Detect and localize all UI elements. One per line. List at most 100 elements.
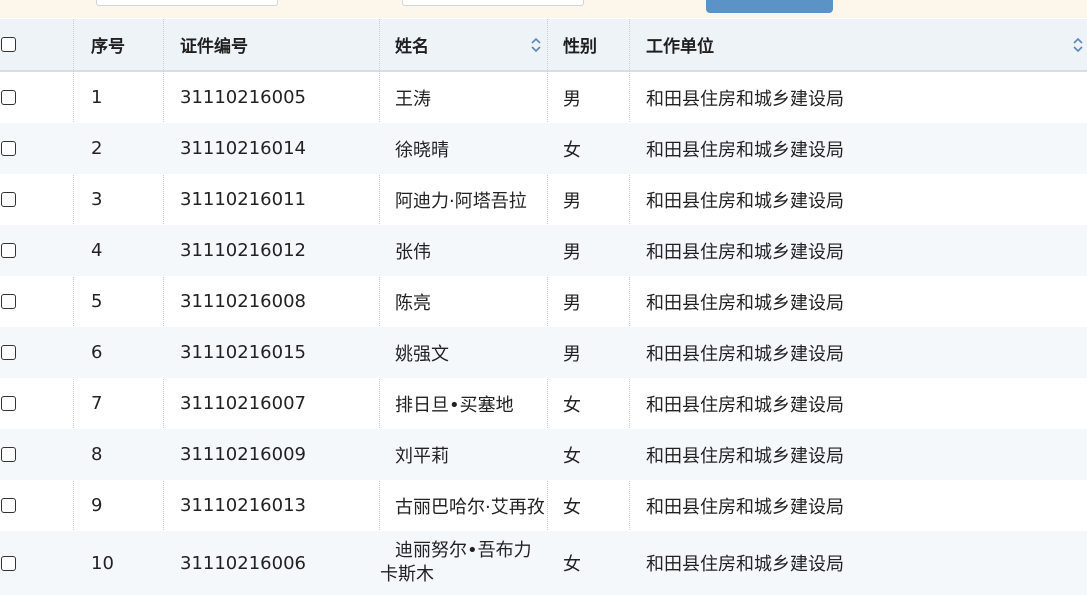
cell-seq: 1 xyxy=(91,87,103,108)
cell-seq: 8 xyxy=(91,444,103,465)
cell-gender: 女 xyxy=(563,394,581,416)
filter-input[interactable] xyxy=(96,0,278,6)
row-checkbox[interactable] xyxy=(1,294,16,309)
header-name[interactable]: 姓名 xyxy=(380,19,546,70)
cell-id-no: 31110216012 xyxy=(180,240,306,261)
sort-toggle-icon[interactable] xyxy=(530,37,542,53)
row-checkbox-cell xyxy=(0,123,72,174)
row-checkbox-cell xyxy=(0,480,72,531)
cell-id-no: 31110216013 xyxy=(180,495,306,516)
cell-seq: 10 xyxy=(91,552,114,574)
cell-seq: 2 xyxy=(91,138,103,159)
cell-gender: 男 xyxy=(563,292,581,314)
cell-seq: 5 xyxy=(91,291,103,312)
table-row[interactable]: 10 31110216006 迪丽努尔•吾布力 卡斯木 女 和田县住房和城乡建设… xyxy=(0,531,1087,595)
row-checkbox-cell xyxy=(0,225,72,276)
cell-id-no: 31110216009 xyxy=(180,444,306,465)
row-checkbox[interactable] xyxy=(1,555,16,571)
cell-unit: 和田县住房和城乡建设局 xyxy=(646,343,844,365)
cell-id-no: 31110216015 xyxy=(180,342,306,363)
row-checkbox-cell xyxy=(0,531,72,595)
cell-name: 张伟 xyxy=(395,241,431,263)
cell-id-no: 31110216005 xyxy=(180,87,306,108)
cell-name: 阿迪力·阿塔吾拉 xyxy=(395,190,527,212)
cell-unit: 和田县住房和城乡建设局 xyxy=(646,554,844,575)
table-row[interactable]: 3 31110216011 阿迪力·阿塔吾拉 男 和田县住房和城乡建设局 xyxy=(0,174,1087,225)
row-checkbox[interactable] xyxy=(1,447,16,462)
sort-toggle-icon[interactable] xyxy=(1072,37,1084,53)
table-row[interactable]: 6 31110216015 姚强文 男 和田县住房和城乡建设局 xyxy=(0,327,1087,378)
cell-gender: 男 xyxy=(563,241,581,263)
cell-seq: 4 xyxy=(91,240,103,261)
cell-seq: 6 xyxy=(91,342,103,363)
cell-gender: 女 xyxy=(563,496,581,518)
search-button[interactable] xyxy=(706,0,833,13)
cell-unit: 和田县住房和城乡建设局 xyxy=(646,139,844,161)
row-checkbox[interactable] xyxy=(1,498,16,513)
cell-name: 徐晓晴 xyxy=(395,139,449,161)
row-checkbox-cell xyxy=(0,72,72,123)
cell-unit: 和田县住房和城乡建设局 xyxy=(646,445,844,467)
cell-gender: 男 xyxy=(563,88,581,110)
select-all-checkbox[interactable] xyxy=(1,37,16,52)
cell-unit: 和田县住房和城乡建设局 xyxy=(646,190,844,212)
cell-name: 刘平莉 xyxy=(395,445,449,467)
cell-name: 王涛 xyxy=(395,88,431,110)
header-name-label: 姓名 xyxy=(395,37,429,57)
cell-unit: 和田县住房和城乡建设局 xyxy=(646,394,844,416)
row-checkbox-cell xyxy=(0,378,72,429)
select-all-cell xyxy=(0,19,72,70)
cell-name: 古丽巴哈尔·艾再孜 xyxy=(395,496,545,518)
cell-id-no: 31110216011 xyxy=(180,189,306,210)
cell-unit: 和田县住房和城乡建设局 xyxy=(646,292,844,314)
header-unit-label: 工作单位 xyxy=(646,37,714,57)
cell-unit: 和田县住房和城乡建设局 xyxy=(646,496,844,518)
table-row[interactable]: 7 31110216007 排日旦•买塞地 女 和田县住房和城乡建设局 xyxy=(0,378,1087,429)
row-checkbox[interactable] xyxy=(1,243,16,258)
cell-unit: 和田县住房和城乡建设局 xyxy=(646,88,844,110)
table-body: 1 31110216005 王涛 男 和田县住房和城乡建设局 2 3111021… xyxy=(0,72,1087,595)
table-row[interactable]: 8 31110216009 刘平莉 女 和田县住房和城乡建设局 xyxy=(0,429,1087,480)
row-checkbox[interactable] xyxy=(1,192,16,207)
table-row[interactable]: 2 31110216014 徐晓晴 女 和田县住房和城乡建设局 xyxy=(0,123,1087,174)
cell-gender: 男 xyxy=(563,343,581,365)
header-gender: 性别 xyxy=(563,37,597,57)
row-checkbox[interactable] xyxy=(1,90,16,105)
cell-name: 姚强文 xyxy=(395,343,449,365)
table-row[interactable]: 5 31110216008 陈亮 男 和田县住房和城乡建设局 xyxy=(0,276,1087,327)
cell-gender: 女 xyxy=(563,554,581,575)
table-row[interactable]: 1 31110216005 王涛 男 和田县住房和城乡建设局 xyxy=(0,72,1087,123)
cell-name: 迪丽努尔•吾布力 卡斯木 xyxy=(380,531,546,595)
row-checkbox-cell xyxy=(0,429,72,480)
header-unit[interactable]: 工作单位 xyxy=(630,19,1087,70)
cell-id-no: 31110216007 xyxy=(180,393,306,414)
cell-gender: 女 xyxy=(563,445,581,467)
row-checkbox[interactable] xyxy=(1,141,16,156)
cell-seq: 3 xyxy=(91,189,103,210)
filter-bar xyxy=(0,0,1087,18)
row-checkbox[interactable] xyxy=(1,396,16,411)
filter-input[interactable] xyxy=(402,0,584,6)
cell-id-no: 31110216006 xyxy=(180,552,306,574)
personnel-table: 序号 证件编号 姓名 性别 工作单位 1 31110216005 王涛 男 和田… xyxy=(0,19,1087,595)
cell-gender: 女 xyxy=(563,139,581,161)
row-checkbox[interactable] xyxy=(1,345,16,360)
row-checkbox-cell xyxy=(0,174,72,225)
row-checkbox-cell xyxy=(0,327,72,378)
cell-seq: 7 xyxy=(91,393,103,414)
cell-seq: 9 xyxy=(91,495,103,516)
cell-id-no: 31110216014 xyxy=(180,138,306,159)
cell-name-line: 卡斯木 xyxy=(380,564,434,585)
cell-name: 陈亮 xyxy=(395,292,431,314)
cell-gender: 男 xyxy=(563,190,581,212)
table-row[interactable]: 4 31110216012 张伟 男 和田县住房和城乡建设局 xyxy=(0,225,1087,276)
cell-name: 排日旦•买塞地 xyxy=(395,394,514,416)
cell-name-line: 迪丽努尔•吾布力 xyxy=(395,540,532,561)
header-id-no: 证件编号 xyxy=(180,37,248,57)
row-checkbox-cell xyxy=(0,276,72,327)
cell-unit: 和田县住房和城乡建设局 xyxy=(646,241,844,263)
cell-id-no: 31110216008 xyxy=(180,291,306,312)
cell-name-text: 迪丽努尔•吾布力 卡斯木 xyxy=(380,539,532,587)
table-row[interactable]: 9 31110216013 古丽巴哈尔·艾再孜 女 和田县住房和城乡建设局 xyxy=(0,480,1087,531)
header-seq: 序号 xyxy=(91,37,125,57)
